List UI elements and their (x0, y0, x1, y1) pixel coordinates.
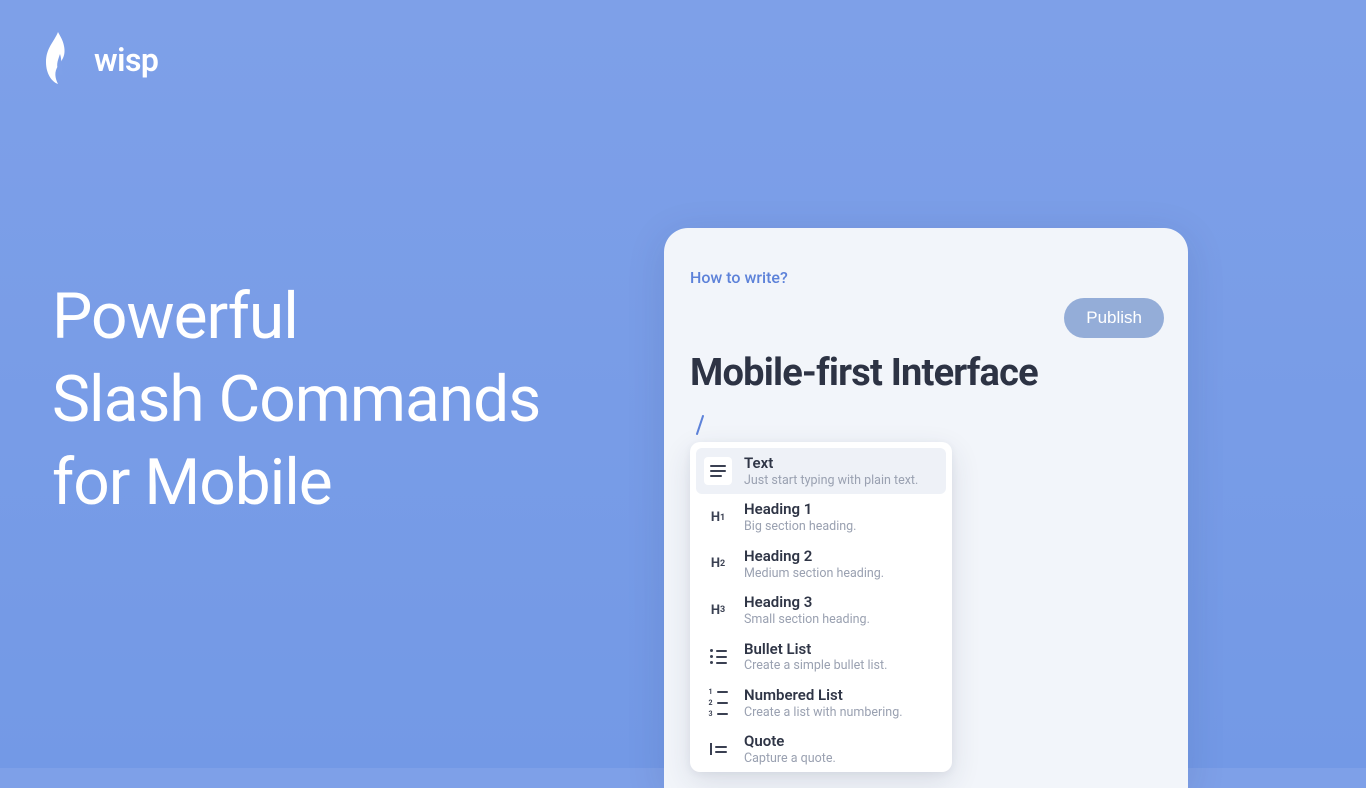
command-title: Heading 1 (744, 500, 856, 519)
hero-headline: Powerful Slash Commands for Mobile (52, 275, 540, 525)
command-desc: Just start typing with plain text. (744, 473, 918, 489)
command-title: Text (744, 454, 918, 473)
command-title: Quote (744, 732, 836, 751)
brand-name: wisp (94, 41, 158, 79)
quote-icon (704, 735, 732, 763)
command-title: Numbered List (744, 686, 903, 705)
command-item-text[interactable]: Text Just start typing with plain text. (696, 448, 946, 494)
h1-icon: H1 (704, 504, 732, 532)
h3-icon: H3 (704, 596, 732, 624)
command-desc: Create a simple bullet list. (744, 658, 887, 674)
command-title: Bullet List (744, 640, 887, 659)
text-icon (704, 457, 732, 485)
command-item-bullet-list[interactable]: Bullet List Create a simple bullet list. (696, 634, 946, 680)
slash-command-menu: Text Just start typing with plain text. … (690, 442, 952, 772)
editor-preview-card: How to write? Publish Mobile-first Inter… (664, 228, 1188, 788)
flame-icon (40, 30, 76, 90)
command-title: Heading 2 (744, 547, 884, 566)
command-item-numbered-list[interactable]: 1 2 3 Numbered List Create a list with n… (696, 680, 946, 726)
publish-button[interactable]: Publish (1064, 298, 1164, 338)
how-to-write-link[interactable]: How to write? (690, 268, 788, 287)
slash-input-cursor[interactable] (694, 413, 1162, 437)
headline-line-3: for Mobile (52, 441, 540, 524)
bullet-list-icon (704, 643, 732, 671)
command-item-heading-2[interactable]: H2 Heading 2 Medium section heading. (696, 541, 946, 587)
command-title: Heading 3 (744, 593, 870, 612)
command-desc: Small section heading. (744, 612, 870, 628)
command-desc: Medium section heading. (744, 566, 884, 582)
brand-logo: wisp (40, 30, 158, 90)
h2-icon: H2 (704, 550, 732, 578)
command-item-heading-3[interactable]: H3 Heading 3 Small section heading. (696, 587, 946, 633)
command-item-quote[interactable]: Quote Capture a quote. (696, 726, 946, 772)
headline-line-1: Powerful (52, 275, 540, 358)
command-desc: Create a list with numbering. (744, 705, 903, 721)
command-item-heading-1[interactable]: H1 Heading 1 Big section heading. (696, 494, 946, 540)
document-title[interactable]: Mobile-first Interface (690, 351, 1162, 395)
command-desc: Big section heading. (744, 519, 856, 535)
command-desc: Capture a quote. (744, 751, 836, 767)
numbered-list-icon: 1 2 3 (704, 689, 732, 717)
headline-line-2: Slash Commands (52, 358, 540, 441)
